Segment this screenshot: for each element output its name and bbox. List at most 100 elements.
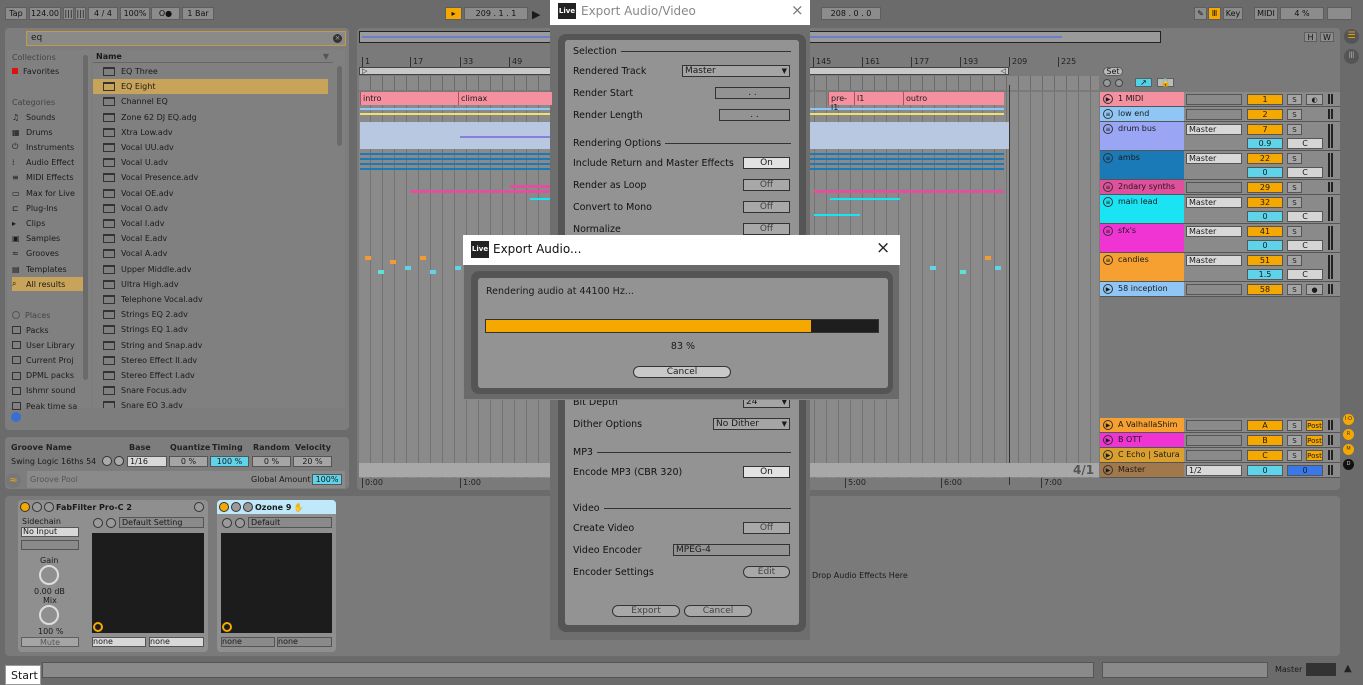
view-toggle-icons[interactable] [1306,663,1336,676]
sidebar-item-all-results[interactable]: ⌕ All results [12,277,84,292]
solo-button[interactable]: S [1287,153,1302,164]
draw-mode-icon[interactable]: ✎ [1194,7,1207,20]
play-icon[interactable]: ▶ [1103,284,1113,294]
locator-intro[interactable]: intro [360,92,458,105]
quantize-select[interactable]: 1 Bar [182,7,214,20]
sidebar-item-favorites[interactable]: Favorites [12,64,59,78]
side-toggle-d[interactable]: D [1343,459,1354,470]
set-locator-button[interactable]: Set [1103,67,1123,76]
wrench-icon[interactable] [243,502,253,512]
note-clip[interactable] [405,266,411,270]
fit-height-button[interactable]: H [1304,32,1317,42]
track-activator[interactable]: 2 [1247,109,1283,120]
video-encoder-field[interactable]: MPEG-4 [673,544,790,556]
file-list-item[interactable]: Strings EQ 1.adv [93,322,328,337]
wrench-icon[interactable] [44,502,54,512]
pan-field[interactable]: 0 [1287,465,1323,476]
locator-climax[interactable]: climax [458,92,552,105]
groove-amount-field[interactable]: 100% [120,7,150,20]
track-header[interactable]: ambs ≡ Master 22 S 0 C [1100,151,1340,180]
export-cancel-button[interactable]: Cancel [684,605,752,617]
group-fold-icon[interactable]: ≡ [1103,124,1113,134]
sidechain-select[interactable]: No Input [21,527,79,537]
extra-button[interactable]: ● [1306,284,1323,295]
locator-l1[interactable]: l1 [854,92,903,105]
file-list-item[interactable]: Stereo Effect I.adv [93,368,328,383]
tempo-field[interactable]: 124.00 [29,7,61,20]
rendered-track-select[interactable]: Master [682,65,790,77]
file-list-item[interactable]: Vocal UU.adv [93,140,328,155]
name-column-header[interactable]: Name ▼ [93,50,333,63]
track-activator[interactable]: 1 [1247,94,1283,105]
render-length-field[interactable]: . . [719,109,790,121]
solo-button[interactable]: S [1287,109,1302,120]
track-activator[interactable]: 7 [1247,124,1283,135]
file-list-item[interactable]: Zone 62 DJ EQ.adg [93,110,328,125]
file-list-item[interactable]: Snare Focus.adv [93,383,328,398]
note-clip[interactable] [995,266,1001,270]
global-amount-field[interactable]: 100% [312,474,342,485]
folder-icon[interactable] [222,518,232,528]
clip[interactable] [460,136,552,138]
sidebar-item-place[interactable]: Peak time sa [12,399,77,413]
solo-button[interactable]: S [1287,197,1302,208]
sidebar-item-sounds[interactable]: ♫ Sounds [12,110,55,124]
track-header[interactable]: 1 MIDI ▶ 1 S ◐ [1100,92,1340,107]
group-fold-icon[interactable]: ≡ [1103,226,1113,236]
base-select[interactable]: 1/16 [127,456,167,467]
random-field[interactable]: 0 % [252,456,291,467]
group-fold-icon[interactable]: ≡ [1103,255,1113,265]
volume-field[interactable]: 0 [1247,465,1283,476]
routing-select[interactable]: Master [1186,153,1242,164]
track-activator[interactable]: 58 [1247,284,1283,295]
track-header[interactable]: Master ▶ 1/2 0 0 [1100,463,1340,478]
volume-field[interactable]: 0 [1247,211,1283,222]
clip[interactable] [410,190,552,193]
solo-button[interactable]: S [1287,284,1302,295]
save-groove-icon[interactable] [102,456,112,466]
sidebar-item-samples[interactable]: ▣ Samples [12,232,60,246]
sidebar-item-place[interactable]: Packs [12,323,49,337]
save-preset-icon[interactable] [106,518,116,528]
track-header[interactable]: main lead ≡ Master 32 S 0 C [1100,195,1340,224]
folder-icon[interactable] [93,518,103,528]
track-activator[interactable]: 32 [1247,197,1283,208]
output-select-1[interactable]: none [92,637,146,647]
track-header[interactable]: B OTT ▶ B S Post [1100,433,1340,448]
file-list-item[interactable]: Channel EQ [93,94,328,109]
note-clip[interactable] [985,256,991,260]
device-options-icon[interactable] [194,502,204,512]
clip[interactable] [814,214,860,216]
volume-field[interactable]: 0.9 [1247,138,1283,149]
clip[interactable] [830,198,900,200]
output-select-2[interactable]: none [277,637,332,647]
extra-button[interactable]: ◐ [1306,94,1323,105]
extra-button[interactable]: Post [1306,450,1323,461]
volume-field[interactable]: 1.5 [1247,269,1283,280]
track-activator[interactable]: 51 [1247,255,1283,266]
file-list-item[interactable]: Ultra High.adv [93,277,328,292]
solo-button[interactable]: S [1287,420,1302,431]
preset-field[interactable]: Default Setting [119,517,204,528]
play-icon[interactable]: ▶ [532,8,540,21]
solo-button[interactable]: S [1287,182,1302,193]
follow-button[interactable]: ▸ [445,7,462,20]
track-header[interactable]: candies ≡ Master 51 S 1.5 C [1100,253,1340,282]
pan-field[interactable]: C [1287,167,1323,178]
sidebar-item-midi-effects[interactable]: ≡ MIDI Effects [12,171,74,185]
clip[interactable] [814,190,1004,193]
sidebar-item-max-for-live[interactable]: ▭ Max for Live [12,186,75,200]
output-select-2[interactable]: none [149,637,204,647]
midi-map-button[interactable]: MIDI [1254,7,1278,20]
sidebar-item-audio-effect[interactable]: ⁞ Audio Effect [12,156,74,170]
encoder-edit-button[interactable]: Edit [743,566,790,578]
fit-width-button[interactable]: W [1320,32,1334,42]
sidebar-item-place[interactable]: Current Proj [12,353,74,367]
solo-button[interactable]: S [1287,450,1302,461]
note-clip[interactable] [378,270,384,274]
output-select-1[interactable]: none [221,637,275,647]
routing-select[interactable]: 1/2 [1186,465,1242,476]
note-clip[interactable] [930,266,936,270]
track-activator[interactable]: C [1247,450,1283,461]
arrangement-view-icon[interactable]: ☰ [1344,29,1359,44]
